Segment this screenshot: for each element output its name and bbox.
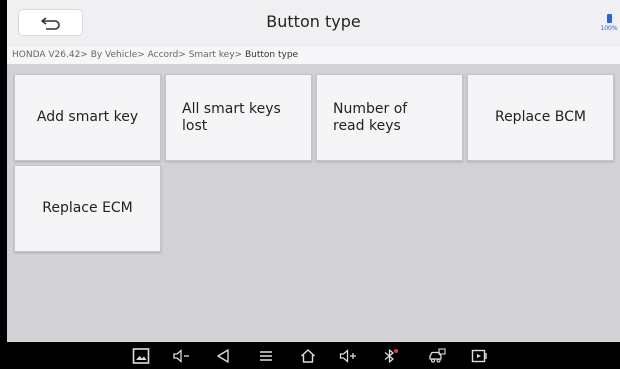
battery-icon bbox=[606, 14, 612, 23]
breadcrumb-path: HONDA V26.42> By Vehicle> Accord> Smart … bbox=[12, 50, 245, 60]
tile-label: Replace BCM bbox=[494, 109, 587, 126]
system-nav-bar bbox=[0, 342, 620, 369]
back-triangle-icon[interactable] bbox=[213, 346, 233, 366]
header-bar: Button type 100% bbox=[7, 0, 620, 47]
gallery-icon[interactable] bbox=[131, 346, 151, 366]
bluetooth-icon[interactable] bbox=[380, 346, 400, 366]
all-smart-keys-lost-button[interactable]: All smart keys lost bbox=[165, 74, 312, 161]
tile-label: All smart keys lost bbox=[182, 100, 281, 134]
tile-label: Add smart key bbox=[36, 109, 139, 126]
menu-icon[interactable] bbox=[256, 346, 276, 366]
tile-label: Replace ECM bbox=[42, 200, 133, 217]
replace-bcm-button[interactable]: Replace BCM bbox=[467, 74, 614, 161]
breadcrumb-current: Button type bbox=[244, 50, 299, 60]
page-title: Button type bbox=[266, 12, 361, 31]
volume-up-icon[interactable] bbox=[338, 346, 358, 366]
tile-label: Number of read keys bbox=[333, 100, 408, 134]
screen-record-icon[interactable] bbox=[470, 346, 490, 366]
battery-percent: 100% bbox=[600, 25, 618, 32]
replace-ecm-button[interactable]: Replace ECM bbox=[14, 165, 161, 252]
volume-down-icon[interactable] bbox=[171, 346, 191, 366]
add-smart-key-button[interactable]: Add smart key bbox=[14, 74, 161, 161]
number-of-read-keys-button[interactable]: Number of read keys bbox=[316, 74, 463, 161]
breadcrumb: HONDA V26.42> By Vehicle> Accord> Smart … bbox=[7, 47, 620, 64]
vci-car-icon[interactable] bbox=[427, 346, 447, 366]
app-screen: Button type 100% HONDA V26.42> By Vehicl… bbox=[7, 0, 620, 342]
battery-indicator: 100% bbox=[600, 14, 618, 32]
home-icon[interactable] bbox=[298, 346, 318, 366]
